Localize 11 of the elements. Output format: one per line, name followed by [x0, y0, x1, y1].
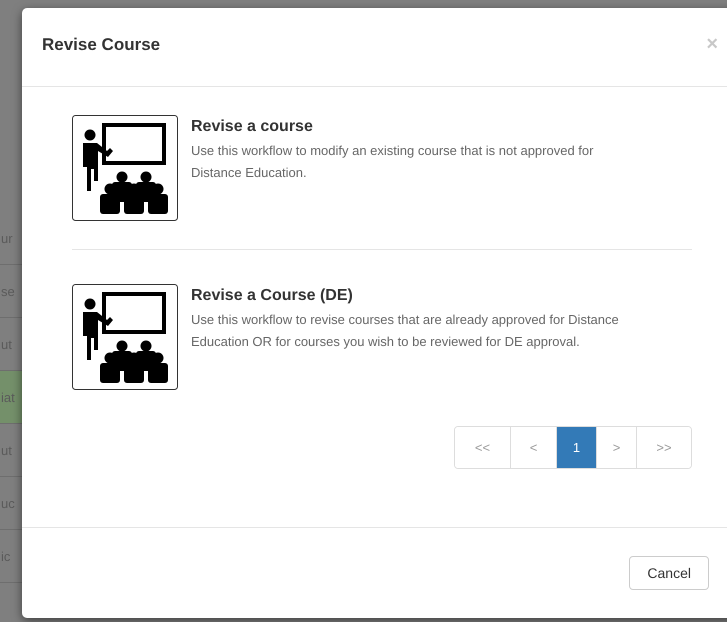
modal-title: Revise Course — [42, 35, 160, 55]
option-title[interactable]: Revise a course — [191, 118, 646, 136]
page-link[interactable]: >> — [636, 427, 691, 468]
cancel-button[interactable]: Cancel — [629, 556, 709, 590]
option-title[interactable]: Revise a Course (DE) — [191, 287, 646, 305]
classroom-icon — [72, 284, 178, 390]
close-button[interactable]: × — [706, 34, 718, 54]
page-link[interactable]: 1 — [556, 427, 596, 468]
classroom-icon — [72, 115, 178, 221]
option-description: Use this workflow to revise courses that are already approved for Distance Education OR for courses you wish to be reviewed for DE approval. — [191, 311, 620, 351]
option-description: Use this workflow to modify an existing course that is not approved for Distance Education. — [191, 142, 594, 182]
